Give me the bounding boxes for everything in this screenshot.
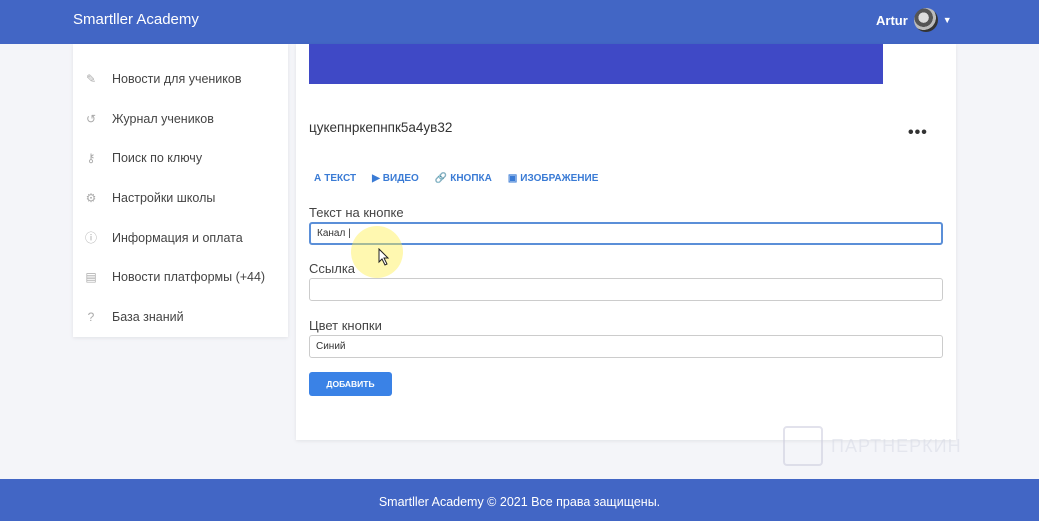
cursor-highlight [351,226,403,278]
button-color-label: Цвет кнопки [309,318,382,333]
more-options-icon[interactable]: ••• [908,124,928,142]
user-name: Artur [876,12,908,28]
sidebar-item-label: Новости для учеников [112,72,242,86]
watermark-logo-icon [783,426,823,466]
button-text-label: Текст на кнопке [309,205,404,220]
sidebar-item-label: Журнал учеников [112,112,214,126]
user-menu[interactable]: Artur ▼ [876,6,952,34]
button-text-input[interactable] [309,222,943,245]
footer: Smartller Academy © 2021 Все права защищ… [0,479,1039,521]
link-icon: 🔗 [434,173,448,184]
mouse-pointer-icon [378,248,390,266]
tab-image[interactable]: ▣ ИЗОБРАЖЕНИЕ [508,173,599,184]
sidebar: ✎ Новости для учеников ↺ Журнал учеников… [73,44,288,337]
image-icon: ▣ [507,173,518,184]
youtube-icon: ▶ [372,173,380,184]
sidebar-item-label: Настройки школы [112,191,216,205]
watermark: ПАРТНЕРКИН [783,426,962,466]
sidebar-item-key-search[interactable]: ⚷ Поиск по ключу [73,143,288,173]
sidebar-item-student-journal[interactable]: ↺ Журнал учеников [73,104,288,134]
tab-text[interactable]: A ТЕКСТ [314,173,356,184]
content-type-tabs: A ТЕКСТ ▶ ВИДЕО 🔗 КНОПКА ▣ ИЗОБРАЖЕНИЕ [314,173,598,184]
text-icon: A [314,173,322,184]
tab-label: КНОПКА [450,173,492,184]
watermark-text: ПАРТНЕРКИН [831,435,962,456]
tab-label: ТЕКСТ [324,173,357,184]
sidebar-item-school-settings[interactable]: ⚙ Настройки школы [73,183,288,213]
link-input[interactable] [309,278,943,301]
link-label: Ссылка [309,261,356,276]
post-banner-image [309,44,883,84]
sidebar-item-label: Информация и оплата [112,231,243,245]
news-icon: ▤ [85,270,97,284]
pencil-icon: ✎ [85,72,97,86]
tab-label: ВИДЕО [382,173,419,184]
info-icon: ⓘ [84,231,97,245]
tab-button[interactable]: 🔗 КНОПКА [435,173,492,184]
post-title: цукепнркепнпк5а4ув32 [309,120,453,135]
sidebar-item-student-news[interactable]: ✎ Новости для учеников [73,64,288,94]
avatar [913,8,938,32]
tab-label: ИЗОБРАЖЕНИЕ [520,173,599,184]
add-button[interactable]: ДОБАВИТЬ [309,372,392,396]
key-icon: ⚷ [86,151,96,165]
help-icon: ? [87,310,95,324]
sidebar-item-label: Поиск по ключу [112,151,203,165]
sidebar-item-platform-news[interactable]: ▤ Новости платформы (+44) [73,262,288,292]
sidebar-item-info-payment[interactable]: ⓘ Информация и оплата [73,223,288,253]
brand-title[interactable]: Smartller Academy [73,11,199,28]
sidebar-item-label: База знаний [112,310,184,324]
footer-copyright: Smartller Academy © 2021 Все права защищ… [378,495,661,509]
tab-video[interactable]: ▶ ВИДЕО [372,173,419,184]
caret-down-icon: ▼ [942,15,952,25]
gear-icon: ⚙ [85,191,97,205]
sidebar-item-label: Новости платформы (+44) [112,270,266,284]
button-color-input[interactable] [309,335,943,358]
sidebar-item-knowledge-base[interactable]: ? База знаний [73,302,288,332]
history-icon: ↺ [85,112,97,126]
top-navbar: Smartller Academy Artur ▼ [0,0,1039,44]
